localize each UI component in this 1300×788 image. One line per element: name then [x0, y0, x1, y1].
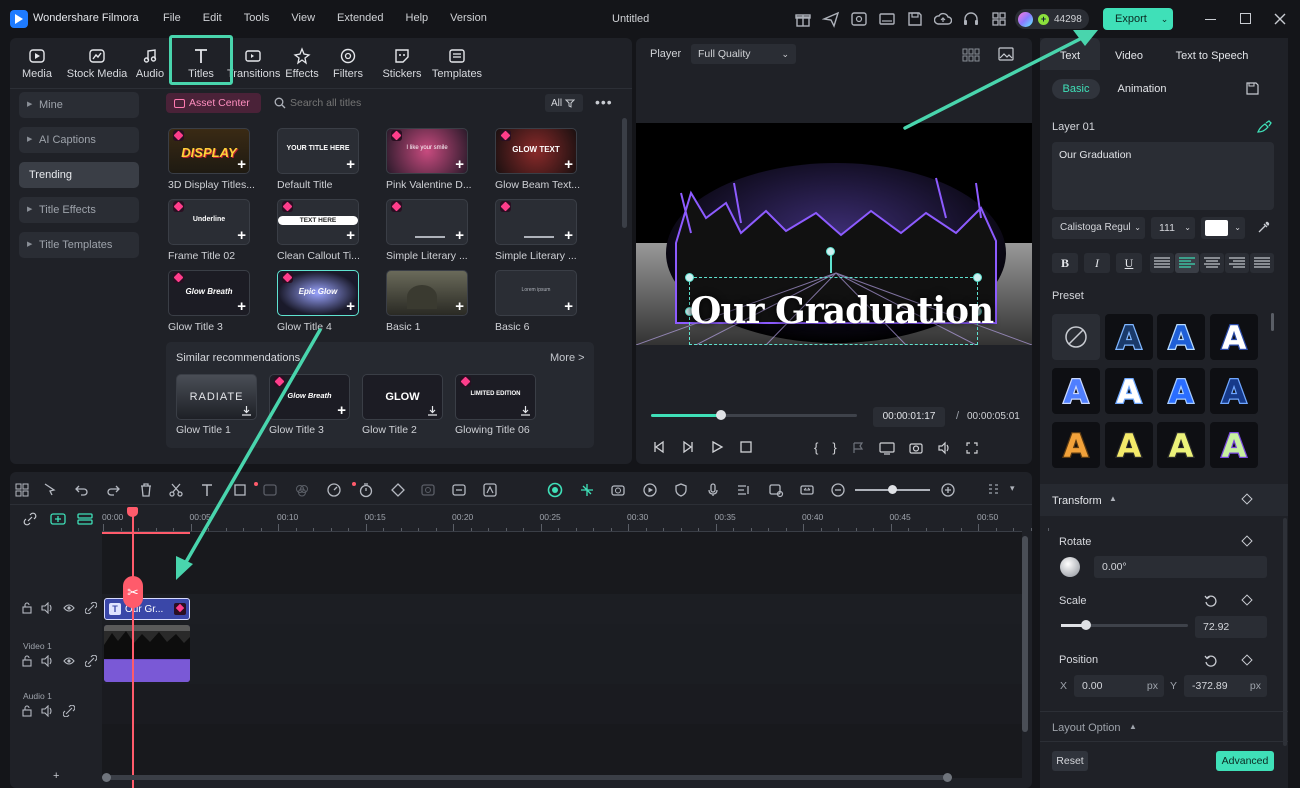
annotation-arrows [176, 30, 1098, 580]
titles-tab-highlight [169, 35, 233, 85]
